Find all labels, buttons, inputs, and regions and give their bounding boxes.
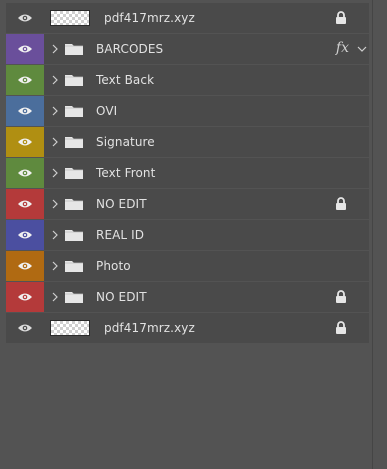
layer-group-row[interactable]: OVI [6, 96, 369, 126]
folder-icon [65, 261, 83, 272]
expand-toggle[interactable] [48, 220, 62, 250]
panel-scroll-gutter [372, 0, 387, 469]
layer-name[interactable]: NO EDIT [96, 290, 147, 304]
layer-name[interactable]: Text Front [96, 166, 155, 180]
layer-group-row[interactable]: NO EDIT [6, 189, 369, 219]
visibility-toggle[interactable] [6, 251, 44, 281]
chevron-right-icon [52, 168, 58, 178]
expand-toggle[interactable] [48, 189, 62, 219]
lock-icon [336, 11, 346, 24]
folder-icon [65, 292, 83, 303]
layers-panel: pdf417mrz.xyz BARCODES fx Text Back OVI … [0, 0, 387, 469]
expand-toggle[interactable] [48, 65, 62, 95]
effects-indicator[interactable]: fx [336, 40, 349, 56]
lock-icon [336, 321, 346, 334]
visibility-toggle[interactable] [6, 65, 44, 95]
folder-icon [65, 106, 83, 117]
layers-list: pdf417mrz.xyz BARCODES fx Text Back OVI … [6, 3, 369, 344]
layer-row[interactable]: pdf417mrz.xyz [6, 3, 369, 33]
chevron-down-icon[interactable] [357, 44, 367, 54]
chevron-right-icon [52, 230, 58, 240]
folder-icon [65, 137, 83, 148]
layer-group-row[interactable]: NO EDIT [6, 282, 369, 312]
layer-name[interactable]: OVI [96, 104, 117, 118]
layer-group-row[interactable]: Text Back [6, 65, 369, 95]
layer-name[interactable]: Photo [96, 259, 131, 273]
folder-icon [65, 75, 83, 86]
lock-icon [336, 290, 346, 303]
eye-icon [18, 262, 32, 270]
folder-icon [65, 230, 83, 241]
eye-icon [18, 138, 32, 146]
eye-icon [18, 324, 32, 332]
layer-name[interactable]: NO EDIT [96, 197, 147, 211]
chevron-right-icon [52, 44, 58, 54]
chevron-right-icon [52, 292, 58, 302]
layer-group-row[interactable]: Text Front [6, 158, 369, 188]
visibility-toggle[interactable] [6, 158, 44, 188]
visibility-toggle[interactable] [6, 220, 44, 250]
folder-icon-wrap [64, 282, 88, 312]
visibility-toggle[interactable] [6, 282, 44, 312]
chevron-right-icon [52, 75, 58, 85]
folder-icon-wrap [64, 220, 88, 250]
layer-group-row[interactable]: REAL ID [6, 220, 369, 250]
folder-icon-wrap [64, 251, 88, 281]
layer-thumbnail [50, 10, 90, 26]
expand-toggle[interactable] [48, 158, 62, 188]
layer-name[interactable]: pdf417mrz.xyz [104, 11, 195, 25]
expand-toggle[interactable] [48, 34, 62, 64]
layer-group-row[interactable]: Signature [6, 127, 369, 157]
folder-icon [65, 44, 83, 55]
layer-name[interactable]: REAL ID [96, 228, 144, 242]
eye-icon [18, 231, 32, 239]
visibility-toggle[interactable] [6, 3, 44, 33]
chevron-right-icon [52, 106, 58, 116]
layer-name[interactable]: BARCODES [96, 42, 163, 56]
eye-icon [18, 76, 32, 84]
eye-icon [18, 169, 32, 177]
layer-group-row[interactable]: Photo [6, 251, 369, 281]
eye-icon [18, 45, 32, 53]
folder-icon [65, 199, 83, 210]
folder-icon [65, 168, 83, 179]
layer-name[interactable]: Signature [96, 135, 155, 149]
folder-icon-wrap [64, 189, 88, 219]
visibility-toggle[interactable] [6, 189, 44, 219]
layer-name[interactable]: pdf417mrz.xyz [104, 321, 195, 335]
layer-thumbnail [50, 320, 90, 336]
eye-icon [18, 14, 32, 22]
folder-icon-wrap [64, 96, 88, 126]
chevron-right-icon [52, 261, 58, 271]
visibility-toggle[interactable] [6, 96, 44, 126]
folder-icon-wrap [64, 65, 88, 95]
expand-toggle[interactable] [48, 251, 62, 281]
chevron-right-icon [52, 199, 58, 209]
visibility-toggle[interactable] [6, 127, 44, 157]
expand-toggle[interactable] [48, 282, 62, 312]
eye-icon [18, 200, 32, 208]
layer-row[interactable]: pdf417mrz.xyz [6, 313, 369, 343]
eye-icon [18, 107, 32, 115]
layer-group-row[interactable]: BARCODES fx [6, 34, 369, 64]
eye-icon [18, 293, 32, 301]
expand-toggle[interactable] [48, 127, 62, 157]
chevron-right-icon [52, 137, 58, 147]
folder-icon-wrap [64, 34, 88, 64]
lock-icon [336, 197, 346, 210]
folder-icon-wrap [64, 158, 88, 188]
folder-icon-wrap [64, 127, 88, 157]
expand-toggle[interactable] [48, 96, 62, 126]
visibility-toggle[interactable] [6, 313, 44, 343]
visibility-toggle[interactable] [6, 34, 44, 64]
layer-name[interactable]: Text Back [96, 73, 154, 87]
